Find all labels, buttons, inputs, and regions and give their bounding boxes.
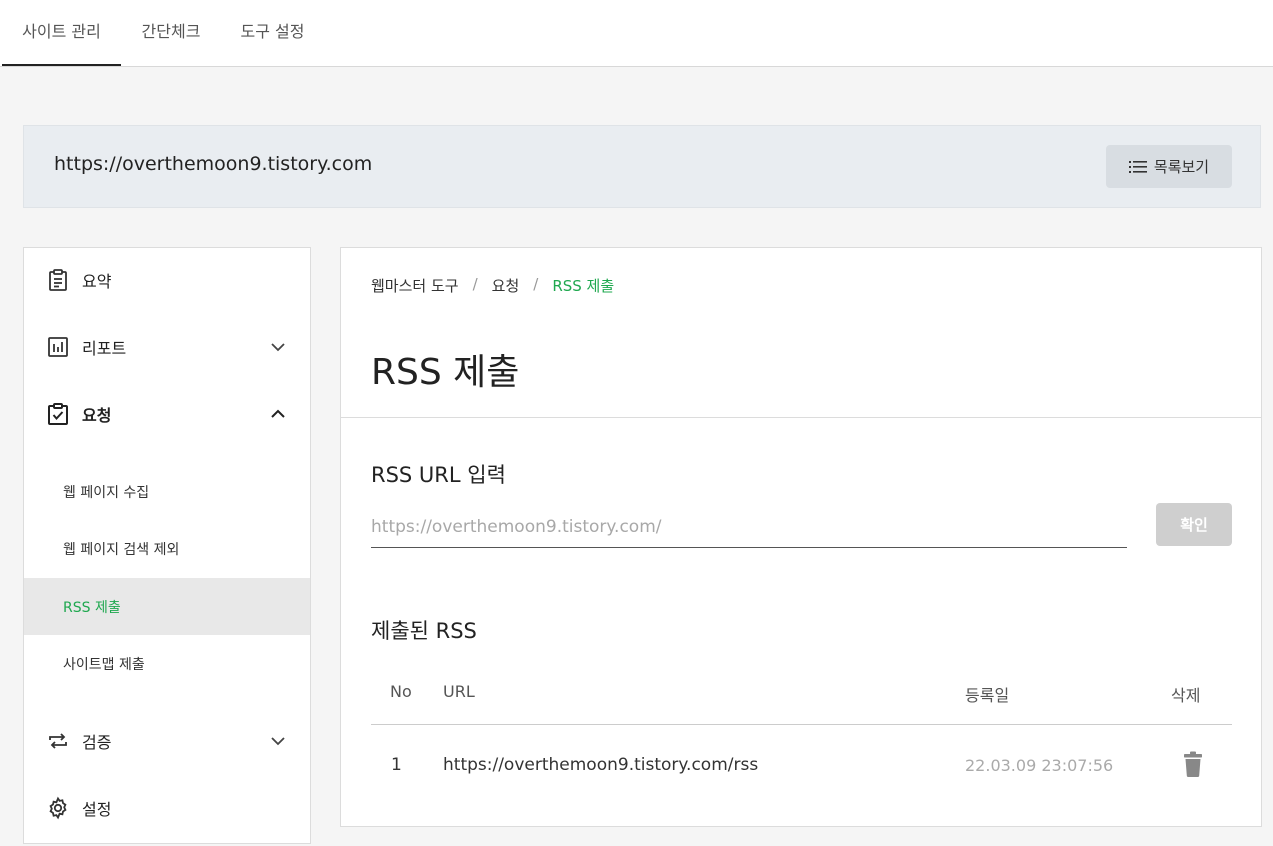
submitted-rss-title: 제출된 RSS	[371, 619, 477, 643]
breadcrumb: 웹마스터 도구 / 요청 / RSS 제출	[371, 275, 614, 296]
sidebar-subitem-label: RSS 제출	[63, 599, 121, 616]
site-bar: https://overthemoon9.tistory.com 목록보기	[23, 125, 1261, 208]
chart-icon	[48, 337, 68, 357]
sidebar: 요약 리포트 요청 웹 페이지 수집 웹 페이지 검색 제외 RSS 제출 사이…	[23, 247, 311, 844]
sidebar-item-settings[interactable]: 설정	[24, 783, 310, 833]
sidebar-item-label: 요청	[82, 406, 112, 425]
sidebar-item-summary[interactable]: 요약	[24, 255, 310, 305]
breadcrumb-separator: /	[472, 275, 478, 293]
rss-url-input[interactable]	[371, 506, 1127, 548]
breadcrumb-item[interactable]: 요청	[492, 275, 520, 296]
tab-site-management[interactable]: 사이트 관리	[2, 0, 121, 66]
sidebar-item-label: 리포트	[82, 339, 127, 358]
confirm-button[interactable]: 확인	[1156, 503, 1232, 546]
chevron-up-icon	[271, 409, 285, 418]
breadcrumb-current: RSS 제출	[552, 277, 615, 295]
column-header-date: 등록일	[965, 686, 1010, 705]
row-date: 22.03.09 23:07:56	[965, 756, 1114, 775]
sidebar-item-verify[interactable]: 검증	[24, 716, 310, 766]
column-header-url: URL	[443, 682, 475, 701]
sidebar-subitem-sitemap-submit[interactable]: 사이트맵 제출	[24, 635, 310, 692]
divider	[341, 417, 1261, 418]
rss-input-title: RSS URL 입력	[371, 463, 506, 487]
chevron-down-icon	[271, 737, 285, 746]
sidebar-item-label: 요약	[82, 272, 112, 291]
list-view-label: 목록보기	[1153, 158, 1210, 176]
list-icon	[1128, 160, 1147, 173]
row-no: 1	[391, 755, 402, 775]
site-url: https://overthemoon9.tistory.com	[54, 153, 373, 175]
list-view-button[interactable]: 목록보기	[1106, 145, 1232, 188]
column-header-no: No	[390, 682, 412, 701]
tab-tool-settings[interactable]: 도구 설정	[221, 0, 324, 66]
sidebar-item-label: 검증	[82, 733, 112, 752]
table-header-divider	[371, 724, 1232, 725]
checkbox-icon	[48, 403, 68, 425]
repeat-icon	[49, 733, 67, 749]
sidebar-subitem-label: 웹 페이지 검색 제외	[63, 541, 180, 558]
sidebar-item-label: 설정	[82, 800, 112, 819]
main-panel: 웹마스터 도구 / 요청 / RSS 제출 RSS 제출 RSS URL 입력 …	[340, 247, 1262, 827]
trash-icon[interactable]	[1182, 751, 1204, 777]
sidebar-subitem-label: 사이트맵 제출	[63, 656, 145, 673]
sidebar-item-request[interactable]: 요청	[24, 389, 310, 439]
gear-icon	[49, 796, 67, 820]
sidebar-subitem-web-page-exclude[interactable]: 웹 페이지 검색 제외	[24, 520, 310, 577]
tab-simple-check[interactable]: 간단체크	[121, 0, 221, 66]
clipboard-icon	[49, 269, 67, 291]
row-url: https://overthemoon9.tistory.com/rss	[443, 755, 759, 775]
breadcrumb-separator: /	[533, 275, 539, 293]
page-title: RSS 제출	[371, 352, 520, 393]
top-tab-bar: 사이트 관리 간단체크 도구 설정	[0, 0, 1273, 67]
sidebar-item-report[interactable]: 리포트	[24, 322, 310, 372]
chevron-down-icon	[271, 343, 285, 352]
sidebar-subitem-rss-submit[interactable]: RSS 제출	[24, 578, 310, 635]
sidebar-subitem-web-page-collect[interactable]: 웹 페이지 수집	[24, 463, 310, 520]
column-header-delete: 삭제	[1171, 686, 1201, 705]
breadcrumb-item[interactable]: 웹마스터 도구	[371, 275, 459, 296]
sidebar-subitem-label: 웹 페이지 수집	[63, 484, 150, 501]
